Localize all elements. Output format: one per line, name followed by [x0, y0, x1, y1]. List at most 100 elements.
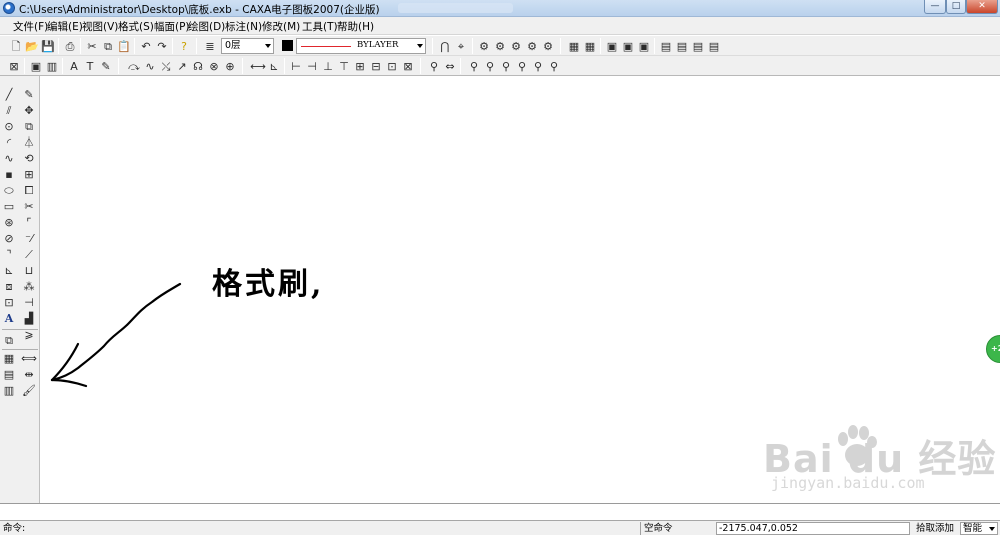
help-icon[interactable]: ?: [176, 38, 192, 54]
edit-icon[interactable]: ▟: [21, 311, 37, 325]
menu-sheet[interactable]: 幅面(P): [154, 19, 190, 34]
image-icon[interactable]: ▣: [604, 38, 620, 54]
menu-modify[interactable]: 修改(M): [262, 19, 300, 34]
zoom-icon[interactable]: ⚲: [426, 58, 442, 74]
menu-draw[interactable]: 绘图(D): [188, 19, 225, 34]
minimize-button[interactable]: —: [924, 0, 946, 14]
parts-library-icon[interactable]: ▤: [1, 367, 17, 381]
zoom-icon[interactable]: ⚲: [546, 58, 562, 74]
parallel-line-icon[interactable]: ⫽: [1, 103, 17, 117]
layer-icon[interactable]: ≣: [202, 38, 218, 54]
curve-icon[interactable]: ⤼: [126, 58, 142, 74]
paste-icon[interactable]: 📋: [116, 38, 132, 54]
break-icon[interactable]: ⁻⁄: [21, 231, 37, 245]
curve-icon[interactable]: ☊: [190, 58, 206, 74]
text-icon[interactable]: A: [66, 58, 82, 74]
menu-view[interactable]: 视图(V): [82, 19, 118, 34]
copy-icon[interactable]: ⧉: [21, 119, 37, 133]
attribute-icon[interactable]: ▤: [658, 38, 674, 54]
block-icon[interactable]: ▦: [582, 38, 598, 54]
maximize-button[interactable]: □: [946, 0, 966, 14]
copy-icon[interactable]: ⧉: [100, 38, 116, 54]
move-icon[interactable]: ✥: [21, 103, 37, 117]
curve-icon[interactable]: ∿: [142, 58, 158, 74]
caxa-app-icon[interactable]: [3, 2, 15, 14]
trim-icon[interactable]: ✂: [21, 199, 37, 213]
menu-format[interactable]: 格式(S): [118, 19, 154, 34]
redo-icon[interactable]: ↷: [154, 38, 170, 54]
curve-icon[interactable]: ↗: [174, 58, 190, 74]
format-brush-icon[interactable]: 🖌: [21, 383, 37, 397]
curve-icon[interactable]: ⤯: [158, 58, 174, 74]
ellipse-icon[interactable]: ⬭: [1, 183, 17, 197]
linetype-select[interactable]: BYLAYER: [296, 38, 426, 54]
image-icon[interactable]: ▣: [636, 38, 652, 54]
layer-select[interactable]: 0层: [221, 38, 274, 54]
image-frame-icon[interactable]: ⊡: [1, 295, 17, 309]
line-icon[interactable]: ╱: [1, 87, 17, 101]
print-icon[interactable]: ⎙: [62, 38, 78, 54]
extend-icon[interactable]: ⟋: [21, 247, 37, 261]
circle-icon[interactable]: ⊙: [1, 119, 17, 133]
curve-icon[interactable]: ⊕: [222, 58, 238, 74]
menu-file[interactable]: 文件(F): [13, 19, 48, 34]
zoom-icon[interactable]: ⚲: [530, 58, 546, 74]
cut-icon[interactable]: ✂: [84, 38, 100, 54]
menu-tools[interactable]: 工具(T): [302, 19, 338, 34]
hatch-icon[interactable]: ⊘: [1, 231, 17, 245]
tool-icon[interactable]: ⚙: [492, 38, 508, 54]
menu-help[interactable]: 帮助(H): [337, 19, 374, 34]
zoom-icon[interactable]: ⚲: [466, 58, 482, 74]
title-block-icon[interactable]: ▦: [1, 351, 17, 365]
frame-icon[interactable]: ⧈: [1, 279, 17, 293]
dimension-icon[interactable]: ⊾: [266, 58, 282, 74]
parametric-icon[interactable]: ⟺: [21, 351, 37, 365]
text-icon[interactable]: ✎: [98, 58, 114, 74]
frame-icon[interactable]: ▣: [28, 58, 44, 74]
measure-icon[interactable]: ⊤: [336, 58, 352, 74]
centerline-icon[interactable]: ⌝: [1, 247, 17, 261]
zoom-icon[interactable]: ⚲: [514, 58, 530, 74]
curve-icon[interactable]: ⊗: [206, 58, 222, 74]
fillet-icon[interactable]: ⌜: [21, 215, 37, 229]
array-icon[interactable]: ⊞: [21, 167, 37, 181]
attribute-icon[interactable]: ▤: [690, 38, 706, 54]
measure-icon[interactable]: ⊡: [384, 58, 400, 74]
block-icon[interactable]: ▦: [566, 38, 582, 54]
erase-icon[interactable]: ✎: [21, 87, 37, 101]
open-icon[interactable]: 📂: [24, 38, 40, 54]
menu-dimension[interactable]: 标注(N): [225, 19, 262, 34]
command-history[interactable]: [0, 503, 1000, 520]
measure-icon[interactable]: ⊥: [320, 58, 336, 74]
measure-icon[interactable]: ⊢: [288, 58, 304, 74]
save-icon[interactable]: 💾: [40, 38, 56, 54]
edit2-icon[interactable]: ⩾: [21, 327, 37, 341]
close-button[interactable]: ✕: [966, 0, 998, 14]
explode-icon[interactable]: ⁂: [21, 279, 37, 293]
tool-icon[interactable]: ⚙: [524, 38, 540, 54]
color-swatch[interactable]: [282, 40, 293, 51]
stretch-icon[interactable]: ⊔: [21, 263, 37, 277]
frame-icon[interactable]: ▥: [44, 58, 60, 74]
text-icon[interactable]: A: [1, 311, 17, 325]
text-icon[interactable]: T: [82, 58, 98, 74]
match-icon[interactable]: ⇹: [21, 367, 37, 381]
zoom-icon[interactable]: ⚲: [482, 58, 498, 74]
menu-edit[interactable]: 编辑(E): [47, 19, 83, 34]
arc-icon[interactable]: ◜: [1, 135, 17, 149]
attribute-icon[interactable]: ▤: [706, 38, 722, 54]
point-icon[interactable]: ▪: [1, 167, 17, 181]
block-insert-icon[interactable]: ⧉: [1, 333, 17, 347]
snap-icon[interactable]: ⌖: [453, 38, 469, 54]
rectangle-icon[interactable]: ▭: [1, 199, 17, 213]
new-file-icon[interactable]: 🗋: [8, 38, 24, 54]
measure-icon[interactable]: ⊞: [352, 58, 368, 74]
image-icon[interactable]: ▣: [620, 38, 636, 54]
polygon-icon[interactable]: ⊛: [1, 215, 17, 229]
grid-icon[interactable]: ⊠: [6, 58, 22, 74]
zoom-icon[interactable]: ⚲: [498, 58, 514, 74]
spline-icon[interactable]: ∿: [1, 151, 17, 165]
undo-icon[interactable]: ↶: [138, 38, 154, 54]
equidistant-icon[interactable]: ⊾: [1, 263, 17, 277]
parts-library2-icon[interactable]: ▥: [1, 383, 17, 397]
